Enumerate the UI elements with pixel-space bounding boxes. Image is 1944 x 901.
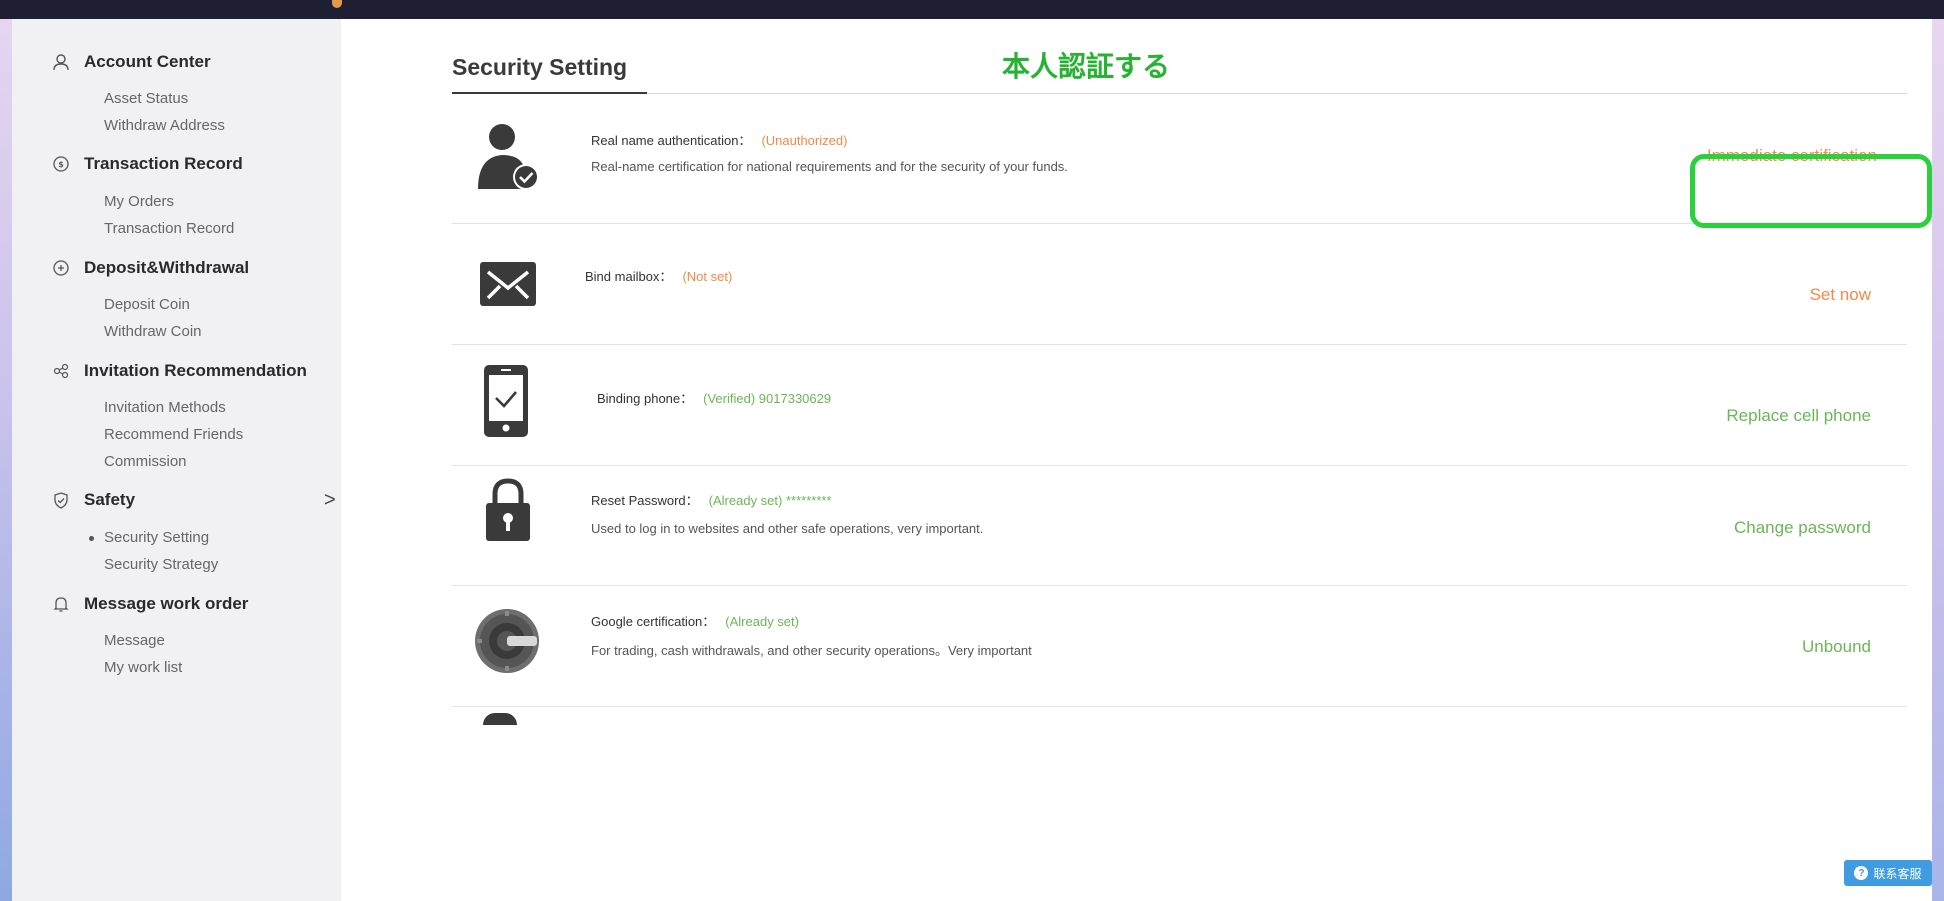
row-description: Real-name certification for national req… (591, 159, 1068, 174)
row-label-text: Bind mailbox： (585, 269, 673, 284)
set-now-button[interactable]: Set now (1810, 285, 1871, 305)
sidebar-group-title: Account Center (84, 52, 211, 71)
sidebar-item-transaction-record[interactable]: Transaction Record (104, 220, 234, 237)
row-label: Binding phone： (Verified) 9017330629 (597, 388, 831, 407)
right-background-band (1932, 19, 1944, 901)
row-label: Real name authentication： (Unauthorized) (591, 130, 847, 149)
customer-service-label: 联系客服 (1873, 866, 1922, 881)
svg-text:$: $ (58, 160, 64, 169)
row-divider (452, 223, 1907, 224)
security-row-mailbox: Bind mailbox： (Not set) Set now (452, 229, 1907, 359)
row-label: Reset Password： (Already set) ********* (591, 490, 832, 509)
google-authenticator-icon (474, 608, 540, 679)
main-content: Security Setting 本人認証する Real name authen… (341, 19, 1932, 901)
row-label-text: Reset Password： (591, 493, 699, 508)
sidebar-item-deposit-coin[interactable]: Deposit Coin (104, 296, 190, 313)
sidebar-group-title: Invitation Recommendation (84, 361, 307, 380)
title-underline (452, 92, 647, 94)
row-divider (452, 344, 1907, 345)
left-background-band (0, 19, 12, 901)
row-label-text: Binding phone： (597, 391, 694, 406)
phone-check-icon (484, 365, 528, 442)
shield-icon (52, 491, 70, 509)
sidebar-item-asset-status[interactable]: Asset Status (104, 90, 188, 107)
sidebar-item-message[interactable]: Message (104, 632, 165, 649)
sidebar-item-withdraw-coin[interactable]: Withdraw Coin (104, 323, 202, 340)
row-label: Bind mailbox： (Not set) (585, 266, 732, 285)
sidebar-group-transaction-record[interactable]: $ Transaction Record (52, 154, 243, 174)
sidebar-group-account-center[interactable]: Account Center (52, 52, 211, 72)
row-status: (Not set) (682, 269, 733, 284)
sidebar-item-withdraw-address[interactable]: Withdraw Address (104, 117, 225, 134)
envelope-icon (480, 262, 536, 311)
sidebar-item-commission[interactable]: Commission (104, 453, 187, 470)
row-label-text: Real name authentication： (591, 133, 752, 148)
row-description: Used to log in to websites and other saf… (591, 521, 984, 536)
password-mask: ********* (785, 493, 832, 508)
sidebar-group-title: Transaction Record (84, 154, 243, 173)
row-status: (Already set) (708, 493, 783, 508)
lock-icon (486, 477, 530, 546)
change-password-button[interactable]: Change password (1734, 518, 1871, 538)
row-description: For trading, cash withdrawals, and other… (591, 643, 1032, 658)
user-icon (52, 53, 70, 71)
sidebar-item-security-strategy[interactable]: Security Strategy (104, 556, 218, 573)
row-status: (Verified) (703, 391, 756, 406)
sidebar-group-invitation-recommendation[interactable]: Invitation Recommendation (52, 361, 307, 381)
sidebar-item-security-setting[interactable]: Security Setting (88, 529, 209, 546)
row-status: (Unauthorized) (761, 133, 848, 148)
highlight-annotation-box (1690, 154, 1932, 228)
deposit-circle-icon (52, 259, 70, 277)
chat-icon: ? (1854, 866, 1869, 880)
sidebar-group-safety[interactable]: Safety > (52, 489, 336, 511)
share-icon (52, 362, 70, 380)
sidebar-group-title: Message work order (84, 594, 249, 613)
row-label: Google certification： (Already set) (591, 611, 799, 630)
sidebar-group-title: Deposit&Withdrawal (84, 258, 250, 277)
chevron-right-icon: > (324, 488, 336, 511)
row-divider (452, 465, 1907, 466)
row-divider (452, 706, 1907, 707)
sidebar-group-message-work-order[interactable]: Message work order (52, 594, 248, 614)
security-row-real-name: Real name authentication： (Unauthorized) … (452, 119, 1907, 239)
replace-cell-phone-button[interactable]: Replace cell phone (1726, 406, 1871, 426)
title-divider (452, 93, 1907, 94)
sidebar-item-my-work-list[interactable]: My work list (104, 659, 182, 676)
top-bar (0, 0, 1944, 19)
coin-circle-icon: $ (52, 155, 70, 173)
top-bar-logo-fragment (332, 0, 342, 8)
row-divider (452, 585, 1907, 586)
bell-icon (52, 595, 70, 613)
page-title: Security Setting (452, 54, 628, 80)
sidebar: Account Center Asset Status Withdraw Add… (12, 19, 341, 901)
row-status: (Already set) (725, 614, 799, 629)
customer-service-button[interactable]: ? 联系客服 (1844, 860, 1932, 886)
unbound-button[interactable]: Unbound (1802, 637, 1871, 657)
sidebar-item-recommend-friends[interactable]: Recommend Friends (104, 426, 243, 443)
next-row-icon-partial (483, 713, 517, 725)
sidebar-item-invitation-methods[interactable]: Invitation Methods (104, 399, 226, 416)
user-check-icon (476, 123, 540, 196)
phone-number: 9017330629 (758, 391, 832, 406)
sidebar-group-title: Safety (84, 490, 136, 509)
sidebar-item-my-orders[interactable]: My Orders (104, 193, 174, 210)
security-row-phone: Binding phone： (Verified) 9017330629 Repl… (452, 349, 1907, 469)
row-label-text: Google certification： (591, 614, 716, 629)
sidebar-group-deposit-withdrawal[interactable]: Deposit&Withdrawal (52, 258, 249, 278)
annotation-text: 本人認証する (1002, 51, 1171, 82)
security-row-google: Google certification： (Already set) For t… (452, 591, 1907, 701)
security-row-password: Reset Password： (Already set) ********* U… (452, 471, 1907, 591)
